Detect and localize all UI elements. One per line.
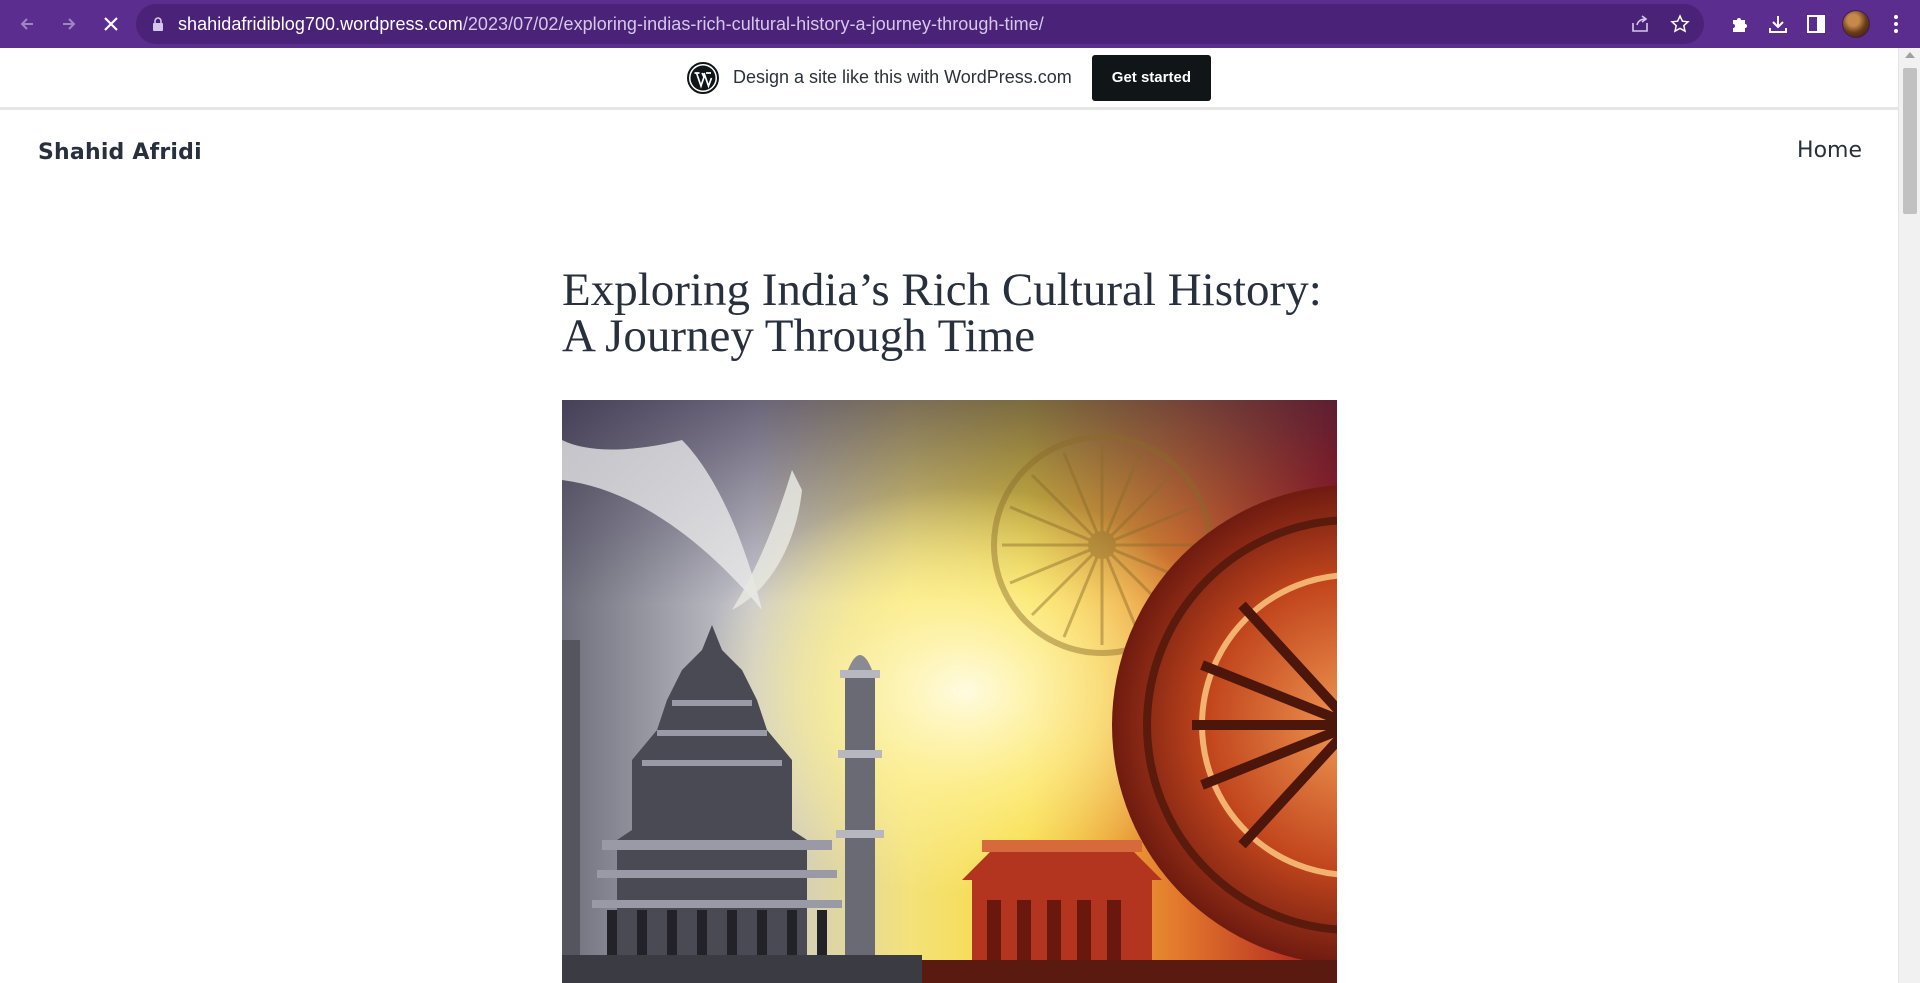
forward-button[interactable] [50, 5, 88, 43]
back-arrow-icon [20, 18, 33, 30]
site-title[interactable]: Shahid Afridi [38, 140, 202, 165]
web-page: Design a site like this with WordPress.c… [0, 48, 1898, 983]
url-path: /2023/07/02/exploring-indias-rich-cultur… [462, 13, 1044, 34]
url-host: shahidafridiblog700.wordpress.com [178, 13, 463, 34]
post-title: Exploring India’s Rich Cultural History:… [562, 264, 1322, 362]
wordpress-logo-icon[interactable] [687, 61, 719, 94]
scroll-up-icon[interactable] [1905, 52, 1915, 58]
nav-item-home[interactable]: Home [1797, 138, 1862, 163]
featured-image [562, 400, 1337, 983]
forward-arrow-icon [63, 18, 76, 30]
url-text[interactable]: shahidafridiblog700.wordpress.com/2023/0… [178, 14, 1044, 35]
browser-menu-button[interactable] [1884, 12, 1908, 36]
get-started-button[interactable]: Get started [1091, 54, 1211, 101]
stop-button[interactable] [92, 5, 130, 43]
scroll-thumb[interactable] [1903, 68, 1917, 214]
address-bar[interactable]: shahidafridiblog700.wordpress.com/2023/0… [136, 4, 1704, 44]
lock-icon[interactable] [150, 16, 166, 32]
side-panel-button[interactable] [1804, 12, 1828, 36]
profile-avatar[interactable] [1842, 10, 1870, 38]
extensions-button[interactable] [1728, 12, 1752, 36]
wordpress-promo-banner: Design a site like this with WordPress.c… [0, 48, 1898, 110]
downloads-button[interactable] [1766, 12, 1790, 36]
stop-loading-icon [104, 17, 118, 31]
promo-text: Design a site like this with WordPress.c… [733, 67, 1072, 87]
puzzle-icon [1733, 18, 1747, 32]
side-panel-icon [1807, 15, 1825, 33]
browser-toolbar: shahidafridiblog700.wordpress.com/2023/0… [0, 0, 1920, 48]
share-button[interactable] [1628, 12, 1652, 36]
back-button[interactable] [8, 5, 46, 43]
share-icon [1632, 15, 1648, 32]
star-icon [1670, 14, 1690, 33]
bookmark-button[interactable] [1668, 12, 1692, 36]
page-scrollbar[interactable] [1898, 48, 1920, 983]
kebab-menu-icon [1894, 15, 1898, 33]
download-icon [1769, 16, 1787, 33]
